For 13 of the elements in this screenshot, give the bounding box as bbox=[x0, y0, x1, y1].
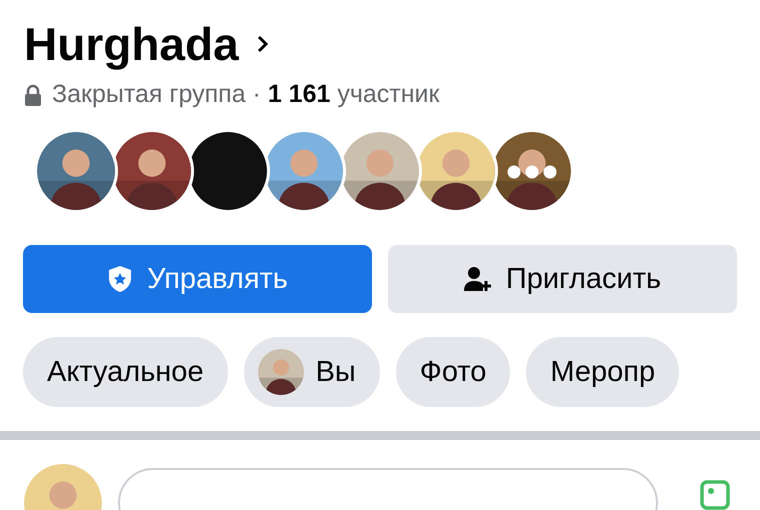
filter-chip[interactable]: Фото bbox=[396, 337, 510, 407]
invite-button[interactable]: Пригласить bbox=[388, 245, 737, 313]
filter-chip[interactable]: Меропр bbox=[526, 337, 680, 407]
group-info: Закрытая группа · 1 161 участник bbox=[52, 80, 440, 109]
lock-icon bbox=[24, 84, 42, 106]
add-person-icon bbox=[464, 266, 492, 292]
shield-icon bbox=[107, 265, 134, 293]
more-icon[interactable] bbox=[507, 165, 557, 179]
filter-chip[interactable]: Актуальное bbox=[23, 337, 228, 407]
group-name: Hurghada bbox=[24, 17, 239, 72]
manage-button[interactable]: Управлять bbox=[23, 245, 372, 313]
filter-chip[interactable]: Вы bbox=[244, 337, 380, 407]
chevron-icon[interactable] bbox=[256, 35, 269, 53]
